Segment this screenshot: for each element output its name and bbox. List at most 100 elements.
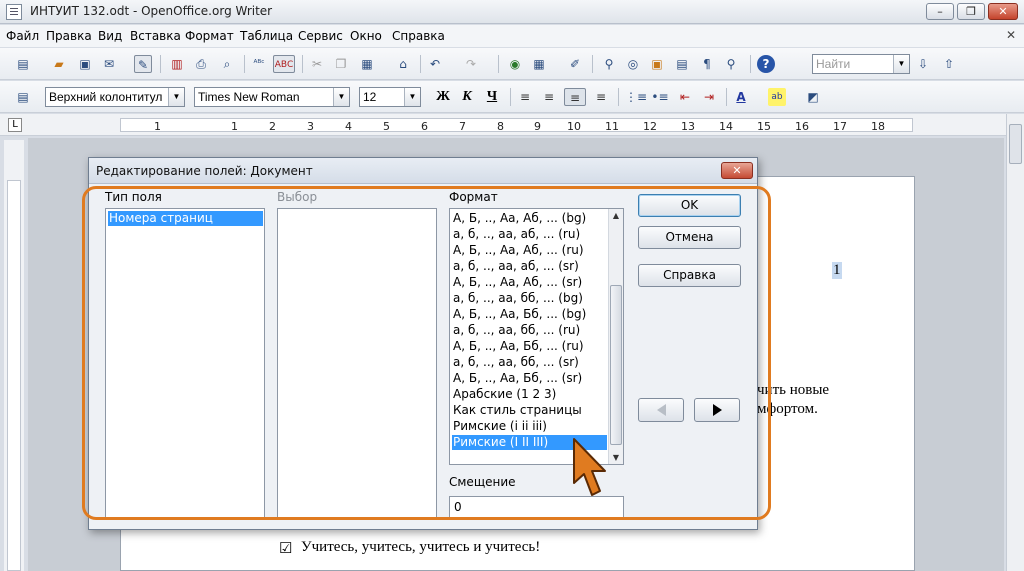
decrease-indent-icon[interactable]: ⇤ [676,88,694,106]
bold-button[interactable]: Ж [434,88,452,106]
list-item[interactable]: Как стиль страницы [452,403,582,418]
list-item[interactable]: А, Б, .., Аа, Бб, ... (ru) [452,339,584,354]
menu-edit[interactable]: Правка [46,29,92,43]
copy-icon[interactable]: ❐ [332,55,350,73]
font-color-icon[interactable]: A [732,88,750,106]
menu-window[interactable]: Окно [350,29,382,43]
background-color-icon[interactable]: ◩ [804,88,822,106]
cut-icon[interactable]: ✂ [308,55,326,73]
autospellcheck-icon[interactable]: ABC [273,55,295,73]
undo-icon[interactable]: ↶ [426,55,444,73]
scroll-down-icon[interactable]: ▼ [612,453,620,462]
help-button[interactable]: Справка [638,264,741,287]
print-icon[interactable]: ⎙ [192,55,210,73]
selection-list[interactable] [277,208,437,518]
list-item[interactable]: Арабские (1 2 3) [452,387,556,402]
tab-stop-selector[interactable]: L [8,118,22,132]
increase-indent-icon[interactable]: ⇥ [700,88,718,106]
window-close-button[interactable]: ✕ [988,3,1018,20]
dialog-close-button[interactable]: ✕ [721,162,753,179]
find-previous-icon[interactable]: ⇧ [940,55,958,73]
font-name-select[interactable]: Times New Roman ▼ [194,87,350,107]
list-item[interactable]: А, Б, .., Аа, Бб, ... (sr) [452,371,582,386]
italic-button[interactable]: К [458,88,476,106]
menu-table[interactable]: Таблица [240,29,293,43]
format-list[interactable]: А, Б, .., Аа, Аб, ... (bg) а, б, .., аа,… [449,208,624,465]
navigator-icon[interactable]: ◎ [624,55,642,73]
find-next-icon[interactable]: ⇩ [914,55,932,73]
minimize-button[interactable]: – [926,3,954,20]
hyperlink-icon[interactable]: ◉ [506,55,524,73]
clone-formatting-icon[interactable]: ⌂ [394,55,412,73]
scroll-up-icon[interactable]: ▲ [612,211,620,220]
export-pdf-icon[interactable]: ▥ [168,55,186,73]
cancel-button[interactable]: Отмена [638,226,741,249]
list-item[interactable]: а, б, .., аа, аб, ... (sr) [452,259,579,274]
table-icon[interactable]: ▦ [530,55,548,73]
vertical-scrollbar[interactable] [1006,114,1024,571]
draw-functions-icon[interactable]: ✐ [566,55,584,73]
format-list-scrollbar[interactable]: ▲ ▼ [608,209,623,464]
list-item[interactable]: а, б, .., аа, бб, ... (sr) [452,355,579,370]
new-document-icon[interactable]: ▤ [14,55,32,73]
nonprinting-chars-icon[interactable]: ¶ [698,55,716,73]
list-item[interactable]: а, б, .., аа, бб, ... (ru) [452,323,580,338]
zoom-icon[interactable]: ⚲ [722,55,740,73]
maximize-button[interactable]: ❐ [957,3,985,20]
checkbox-bullet-icon: ☑ [279,541,293,557]
menu-view[interactable]: Вид [98,29,122,43]
menu-help[interactable]: Справка [392,29,445,43]
vertical-ruler[interactable] [4,140,24,571]
page-number-field[interactable]: 1 [832,262,842,279]
close-document-icon[interactable]: ✕ [1006,28,1016,42]
menu-file[interactable]: Файл [6,29,39,43]
underline-button[interactable]: Ч [483,88,501,106]
email-icon[interactable]: ✉ [100,55,118,73]
print-preview-icon[interactable]: ⌕ [218,55,236,73]
align-center-icon[interactable]: ≡ [540,88,558,106]
numbering-icon[interactable]: ⋮≡ [625,88,647,106]
list-item[interactable]: а, б, .., аа, аб, ... (ru) [452,227,580,242]
data-sources-icon[interactable]: ▤ [673,55,691,73]
next-button[interactable] [694,398,740,422]
bullets-icon[interactable]: •≡ [651,88,669,106]
find-replace-icon[interactable]: ⚲ [600,55,618,73]
help-icon[interactable]: ? [757,55,775,73]
previous-button[interactable] [638,398,684,422]
save-icon[interactable]: ▣ [76,55,94,73]
list-item[interactable]: Номера страниц [108,211,263,226]
paragraph-style-select[interactable]: Верхний колонтитул ▼ [45,87,185,107]
align-right-icon[interactable]: ≡ [564,88,586,106]
menu-insert[interactable]: Вставка [130,29,181,43]
vertical-ruler-track[interactable] [7,180,21,571]
ok-button[interactable]: OK [638,194,741,217]
field-type-list[interactable]: Номера страниц [105,208,265,518]
horizontal-ruler[interactable]: L 1 1 2 3 4 5 6 7 8 9 10 11 12 13 14 15 … [0,114,1024,136]
scrollbar-thumb[interactable] [1009,124,1022,164]
styles-formatting-icon[interactable]: ▤ [14,88,32,106]
align-left-icon[interactable]: ≡ [516,88,534,106]
ruler-track[interactable]: 1 1 2 3 4 5 6 7 8 9 10 11 12 13 14 15 16… [120,118,913,133]
gallery-icon[interactable]: ▣ [648,55,666,73]
menu-tools[interactable]: Сервис [298,29,343,43]
justify-icon[interactable]: ≡ [592,88,610,106]
open-icon[interactable]: ▰ [50,55,68,73]
highlighting-icon[interactable]: ab [768,88,786,106]
scrollbar-thumb[interactable] [610,285,622,445]
list-item[interactable]: а, б, .., аа, бб, ... (bg) [452,291,583,306]
ruler-label: 6 [421,120,428,133]
offset-input[interactable]: 0 [449,496,624,518]
list-item[interactable]: Римские (i ii iii) [452,419,547,434]
list-item[interactable]: А, Б, .., Аа, Бб, ... (bg) [452,307,586,322]
list-item[interactable]: А, Б, .., Аа, Аб, ... (bg) [452,211,586,226]
dialog-title-bar[interactable]: Редактирование полей: Документ ✕ [89,158,757,184]
paste-icon[interactable]: ▦ [358,55,376,73]
spellcheck-icon[interactable]: ᴬᴮᶜ [250,55,268,73]
find-dropdown[interactable]: ▼ [893,54,910,74]
menu-format[interactable]: Формат [185,29,234,43]
list-item[interactable]: А, Б, .., Аа, Аб, ... (ru) [452,243,584,258]
edit-mode-icon[interactable]: ✎ [134,55,152,73]
redo-icon[interactable]: ↷ [462,55,480,73]
font-size-select[interactable]: 12 ▼ [359,87,421,107]
list-item[interactable]: А, Б, .., Аа, Аб, ... (sr) [452,275,582,290]
